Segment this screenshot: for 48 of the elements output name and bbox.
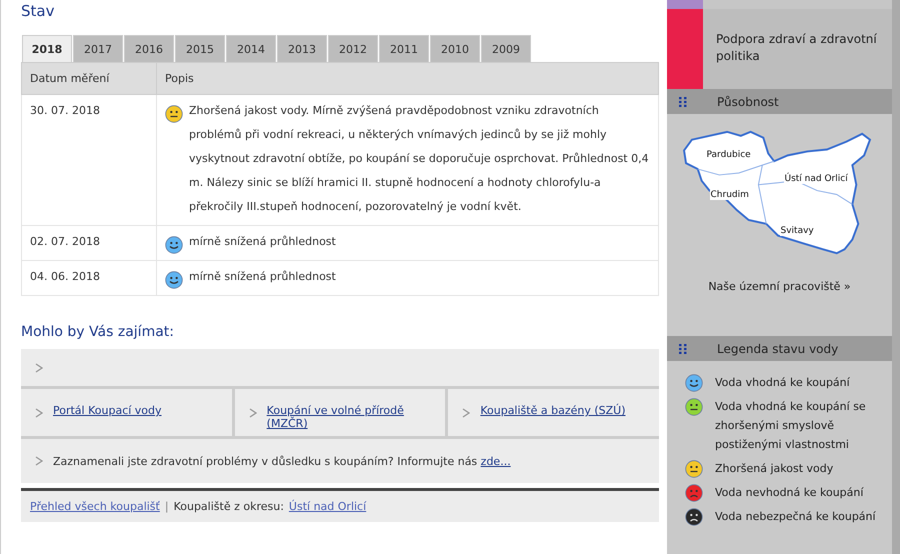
year-tab[interactable]: 2010 — [430, 35, 480, 62]
region-label: Chrudim — [710, 190, 750, 200]
link[interactable]: Ústí nad Orlicí — [288, 500, 366, 513]
year-tab[interactable]: 2013 — [277, 35, 327, 62]
chevron-icon — [35, 362, 43, 372]
year-tab[interactable]: 2016 — [124, 35, 174, 62]
section-heading: Mohlo by Vás zajímat: — [21, 324, 175, 340]
chevron-icon — [248, 408, 257, 418]
offices-link[interactable]: Naše územní pracoviště » — [708, 280, 851, 293]
year-tab[interactable]: 2009 — [481, 35, 531, 62]
notice-text: Zaznamenali jste zdravotní problémy v důsledku s koupáním? Informujte nás zde... — [53, 454, 511, 468]
link[interactable]: Koupaliště a bazény (SZÚ) — [480, 404, 626, 417]
legend-label: Zhoršená jakost vody — [715, 461, 834, 477]
date-cell: 02. 07. 2018 — [22, 226, 156, 260]
link[interactable]: Přehled všech koupališť — [30, 500, 160, 513]
panel-title: Působnost — [717, 94, 779, 108]
legend-label: Voda vhodná ke koupání — [715, 375, 850, 391]
description-text: Zhoršená jakost vody. Mírně zvýšená pravděpodobnost vzniku zdravotních problémů při vodní rekreaci, u některých vnímavých jedinců by se již mohly vyskytnout zdravotní obtíže, po koupání se doporučuje osprchovat. Průhlednost 0,4 m. Nálezy sinic se blíží hramici II. stupně hodnocení a hodnoty chlorofylu-a překročily III.stupeň hodnocení, pozorovatelný je vodní květ. — [189, 103, 650, 215]
date-cell: 04. 06. 2018 — [22, 260, 156, 296]
region-label: Ústí nad Orlicí — [784, 174, 849, 184]
column-header: Popis — [156, 62, 658, 94]
section-heading: Stav — [21, 1, 56, 22]
grip-icon — [679, 96, 687, 106]
panel-title: Legenda stavu vody — [717, 342, 838, 356]
district-label: Koupaliště z okresu: — [174, 500, 284, 513]
legend-label: Voda nebezpečná ke koupání — [715, 509, 876, 525]
year-tab[interactable]: 2014 — [226, 35, 276, 62]
description-text: mírně snížená průhlednost — [189, 234, 336, 250]
chevron-icon — [462, 408, 470, 418]
year-tab[interactable]: 2011 — [379, 35, 429, 62]
grip-icon — [679, 344, 687, 354]
date-cell: 30. 07. 2018 — [22, 94, 156, 226]
link[interactable]: Koupání ve volné přírodě (MZČR) — [266, 404, 446, 430]
separator-text: | — [164, 500, 169, 513]
region-label: Svitavy — [780, 226, 815, 236]
link[interactable]: Portál Koupací vody — [53, 404, 162, 417]
year-tab[interactable]: 2017 — [73, 35, 123, 62]
year-tab[interactable]: 2015 — [175, 35, 225, 62]
year-tab[interactable]: 2012 — [328, 35, 378, 62]
link[interactable]: zde... — [480, 454, 511, 468]
legend-label: Voda vhodná ke koupání se zhoršenými smyslově postiženými vlastnostmi — [715, 399, 867, 453]
column-header: Datum měření — [22, 62, 156, 94]
legend-label: Voda nevhodná ke koupání — [715, 485, 864, 501]
year-tab[interactable]: 2018 — [22, 35, 72, 62]
chevron-icon — [35, 408, 43, 418]
description-text: mírně snížená průhlednost — [189, 269, 336, 285]
chevron-icon — [35, 456, 43, 466]
region-label: Pardubice — [706, 150, 752, 160]
